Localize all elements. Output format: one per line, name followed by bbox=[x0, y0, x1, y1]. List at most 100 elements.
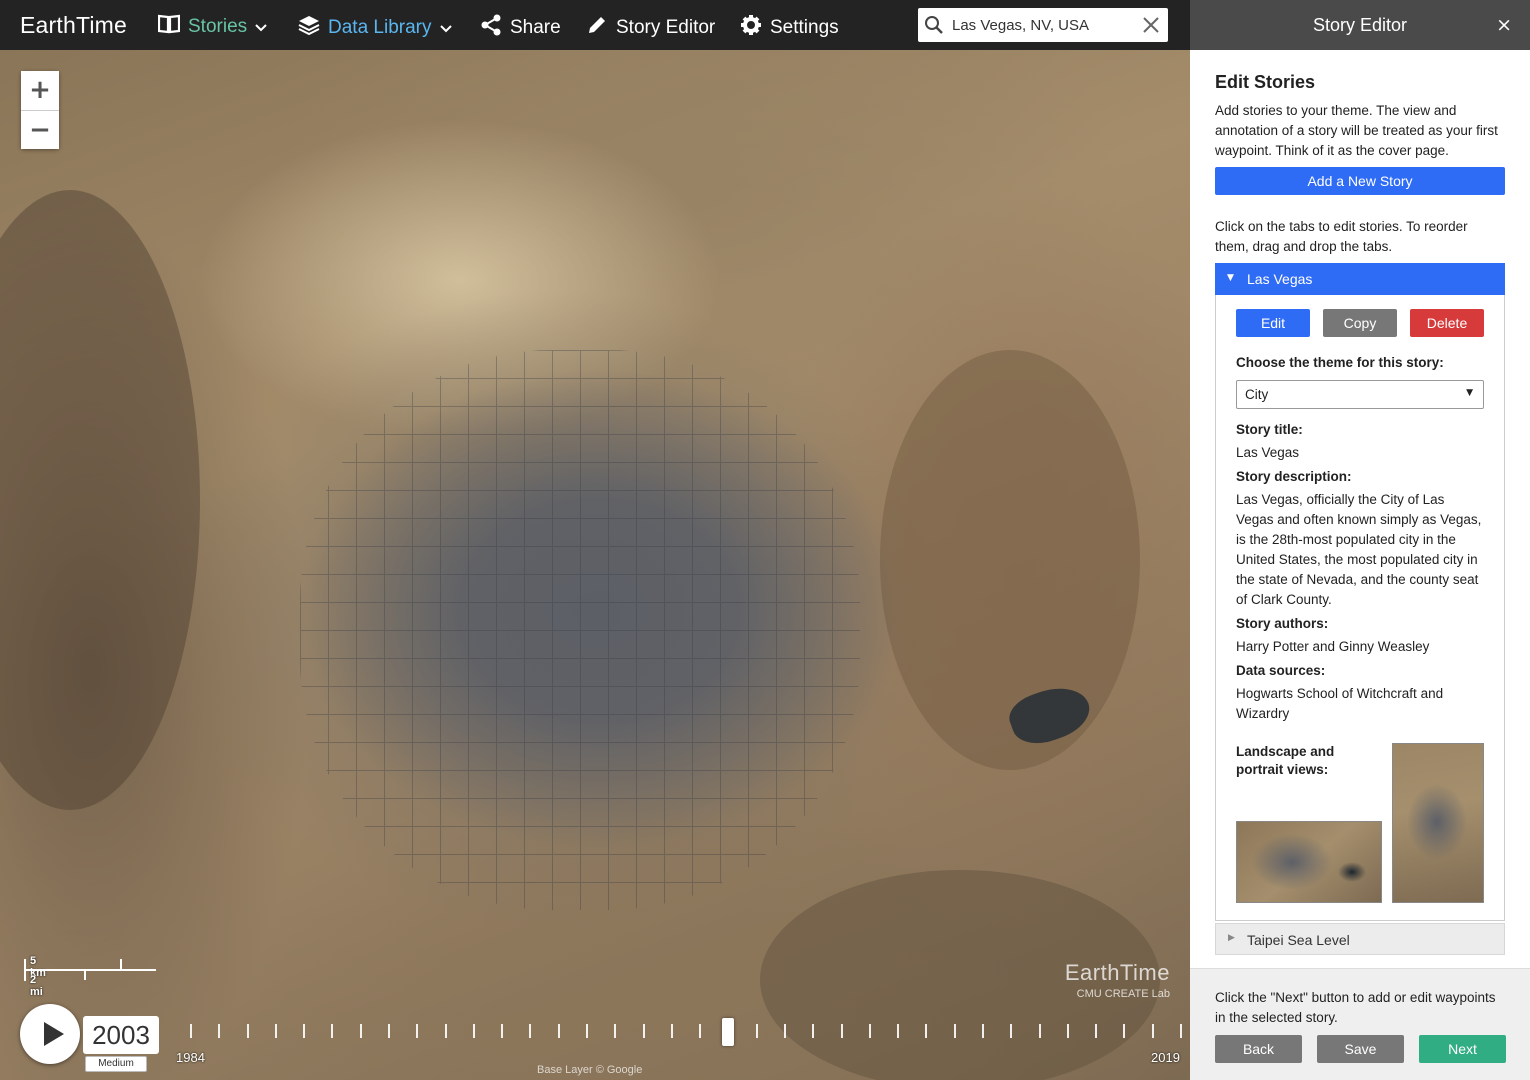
theme-select-value: City bbox=[1245, 387, 1269, 402]
story-authors-value[interactable]: Harry Potter and Ginny Weasley bbox=[1236, 637, 1484, 657]
copy-button[interactable]: Copy bbox=[1323, 309, 1397, 337]
timeline-tick bbox=[982, 1024, 984, 1038]
back-button[interactable]: Back bbox=[1215, 1035, 1302, 1063]
timeline-tick bbox=[897, 1024, 900, 1038]
zoom-in-button[interactable]: + bbox=[21, 71, 59, 110]
base-layer-credit: Base Layer © Google bbox=[537, 1064, 643, 1076]
nav-story-editor-label: Story Editor bbox=[616, 17, 716, 38]
scale-line bbox=[24, 969, 156, 971]
intro-text: Add stories to your theme. The view and … bbox=[1215, 103, 1498, 158]
earthtime-watermark: EarthTime CMU CREATE Lab bbox=[1058, 960, 1170, 1000]
views-label: Landscape and portrait views: bbox=[1236, 744, 1335, 777]
timeline-tick bbox=[925, 1024, 928, 1038]
top-nav-bar: EarthTime Stories Data Library Share Sto… bbox=[0, 0, 1190, 50]
save-button[interactable]: Save bbox=[1317, 1035, 1404, 1063]
nav-stories-label: Stories bbox=[188, 16, 248, 37]
landscape-view-thumbnail[interactable] bbox=[1236, 821, 1382, 903]
next-button[interactable]: Next bbox=[1419, 1035, 1506, 1063]
timeline-tick bbox=[784, 1024, 786, 1038]
timeline-tick bbox=[868, 1024, 871, 1038]
timeline-tick bbox=[529, 1024, 532, 1038]
timeline-tick bbox=[1010, 1024, 1013, 1038]
timeline-tick bbox=[557, 1024, 560, 1038]
timeline-tick bbox=[444, 1024, 447, 1038]
watermark-title: EarthTime bbox=[1064, 960, 1170, 985]
data-sources-label: Data sources: bbox=[1236, 663, 1326, 678]
caret-down-icon: ▼ bbox=[1466, 388, 1473, 398]
timeline-tick bbox=[755, 1024, 758, 1038]
pencil-icon bbox=[586, 14, 608, 42]
nav-share-label: Share bbox=[510, 17, 561, 38]
timeline-tick bbox=[416, 1024, 419, 1038]
chevron-down-icon bbox=[439, 17, 452, 39]
caret-right-icon: ▶ bbox=[1228, 933, 1235, 943]
theme-select[interactable]: City ▼ bbox=[1236, 380, 1484, 409]
gear-icon bbox=[740, 14, 762, 42]
story-action-buttons: Edit Copy Delete bbox=[1236, 309, 1484, 337]
nav-stories[interactable]: Stories bbox=[157, 14, 267, 40]
timeline-tick bbox=[274, 1024, 277, 1038]
current-year: 2003 bbox=[83, 1016, 159, 1054]
add-new-story-button[interactable]: Add a New Story bbox=[1215, 167, 1505, 195]
story-description-label: Story description: bbox=[1236, 469, 1352, 484]
nav-share[interactable]: Share bbox=[480, 14, 561, 42]
footer-hint: Click the "Next" button to add or edit w… bbox=[1215, 990, 1496, 1025]
timeline-tick bbox=[812, 1024, 815, 1038]
timeline-tick bbox=[501, 1024, 504, 1038]
delete-button[interactable]: Delete bbox=[1410, 309, 1484, 337]
nav-data-library[interactable]: Data Library bbox=[298, 14, 452, 42]
layers-icon bbox=[298, 14, 320, 42]
location-search bbox=[918, 8, 1168, 42]
terrain-ridge bbox=[0, 190, 200, 810]
city-grid bbox=[300, 350, 860, 910]
search-icon bbox=[924, 15, 944, 40]
scale-tick bbox=[24, 959, 26, 981]
story-tab-label: Las Vegas bbox=[1247, 271, 1313, 287]
scale-mi-label: 2 mi bbox=[30, 974, 43, 998]
chevron-down-icon bbox=[255, 16, 267, 38]
scale-tick bbox=[84, 970, 86, 980]
data-sources-value[interactable]: Hogwarts School of Witchcraft and Wizard… bbox=[1236, 684, 1484, 724]
timeline-tick bbox=[218, 1024, 221, 1038]
timeline-tick bbox=[642, 1024, 645, 1038]
timeline-tick bbox=[246, 1024, 249, 1038]
clear-search-icon[interactable] bbox=[1142, 16, 1160, 39]
timeline-handle[interactable] bbox=[722, 1018, 735, 1046]
timeline-tick bbox=[1123, 1024, 1126, 1038]
timeline-tick bbox=[586, 1024, 588, 1038]
timeline-tick bbox=[388, 1024, 390, 1038]
search-input[interactable] bbox=[952, 8, 1138, 42]
zoom-out-button[interactable]: − bbox=[21, 110, 59, 149]
timeline-tick bbox=[1151, 1024, 1154, 1038]
timeline-tick bbox=[303, 1024, 306, 1038]
app-logo[interactable]: EarthTime bbox=[20, 12, 127, 39]
portrait-view-thumbnail[interactable] bbox=[1392, 743, 1484, 903]
reorder-hint: Click on the tabs to edit stories. To re… bbox=[1215, 219, 1468, 254]
nav-settings-label: Settings bbox=[770, 17, 839, 38]
edit-button[interactable]: Edit bbox=[1236, 309, 1310, 337]
story-editor-panel: Story Editor × Edit Stories Add stories … bbox=[1190, 0, 1530, 1080]
story-authors-label: Story authors: bbox=[1236, 616, 1329, 631]
speed-selector[interactable]: Medium bbox=[85, 1056, 147, 1072]
timeline-slider[interactable] bbox=[176, 1018, 1182, 1048]
nav-settings[interactable]: Settings bbox=[740, 14, 839, 42]
play-button[interactable] bbox=[20, 1004, 80, 1064]
book-icon bbox=[157, 14, 181, 40]
timeline-tick bbox=[670, 1024, 673, 1038]
story-tab-las-vegas[interactable]: ▼ Las Vegas bbox=[1215, 263, 1505, 295]
nav-story-editor[interactable]: Story Editor bbox=[586, 14, 715, 42]
timeline-tick bbox=[1066, 1024, 1069, 1038]
timeline-tick bbox=[1038, 1024, 1041, 1038]
panel-title: Story Editor bbox=[1312, 15, 1408, 35]
scale-tick bbox=[120, 959, 122, 969]
story-tab-taipei-sea-level[interactable]: ▶ Taipei Sea Level bbox=[1215, 923, 1505, 955]
close-icon[interactable]: × bbox=[1496, 14, 1512, 36]
share-icon bbox=[480, 14, 502, 42]
story-title-value[interactable]: Las Vegas bbox=[1236, 443, 1484, 463]
story-description-value[interactable]: Las Vegas, officially the City of Las Ve… bbox=[1236, 490, 1484, 610]
timeline-end-year: 2019 bbox=[1151, 1050, 1180, 1065]
footer-buttons: Back Save Next bbox=[1215, 1035, 1506, 1063]
satellite-map[interactable] bbox=[0, 50, 1190, 1080]
story-tab-label: Taipei Sea Level bbox=[1247, 932, 1350, 948]
zoom-control: + − bbox=[21, 71, 59, 149]
